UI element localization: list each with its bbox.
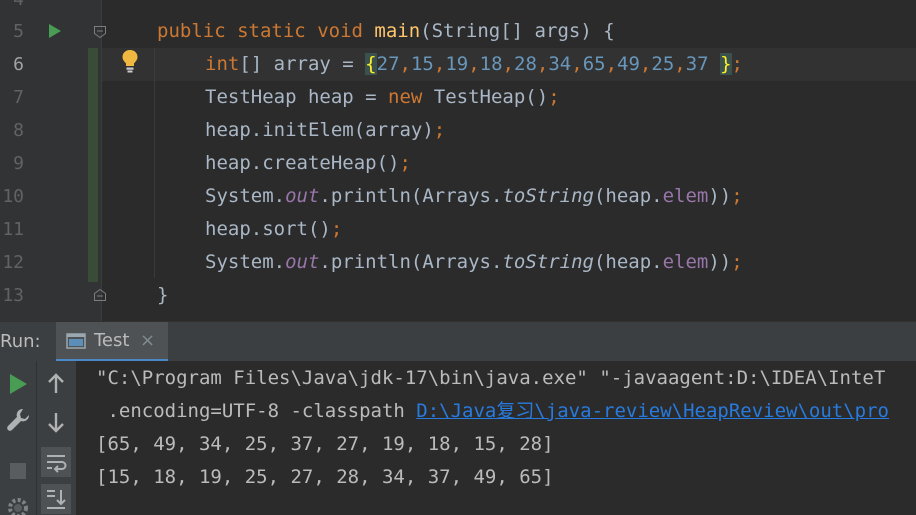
rerun-icon[interactable]: [3, 369, 33, 399]
code-text[interactable]: heap.initElem(array);: [205, 114, 445, 147]
close-tab-button[interactable]: ×: [140, 322, 155, 360]
scroll-to-end-icon[interactable]: [41, 484, 71, 514]
down-arrow-icon[interactable]: [41, 407, 71, 437]
code-editor[interactable]: 4 5 public static void main(String[] arg…: [0, 0, 916, 321]
code-text[interactable]: System.out.println(Arrays.toString(heap.…: [205, 246, 743, 279]
code-text[interactable]: }: [157, 279, 168, 312]
line-number: 9: [13, 153, 24, 174]
code-text[interactable]: heap.createHeap();: [205, 147, 411, 180]
classpath-link[interactable]: D:\Java复习\java-review\HeapReview\out\pro: [416, 400, 889, 422]
console-output[interactable]: "C:\Program Files\Java\jdk-17\bin\java.e…: [76, 361, 916, 515]
run-toolbar-secondary: [36, 361, 76, 515]
tab-label: Test: [94, 330, 130, 351]
tab-test[interactable]: Test ×: [56, 322, 168, 362]
soft-wrap-icon[interactable]: [41, 447, 71, 477]
line-number: 4: [0, 0, 24, 16]
line-number: 7: [13, 87, 24, 108]
console-line: .encoding=UTF-8 -classpath D:\Java复习\jav…: [96, 400, 889, 422]
code-text[interactable]: System.out.println(Arrays.toString(heap.…: [205, 180, 743, 213]
code-line: 11 heap.sort();: [0, 213, 916, 246]
line-number: 12: [2, 252, 24, 273]
code-text[interactable]: heap.sort();: [205, 213, 342, 246]
code-line: 13 }: [0, 279, 916, 312]
stop-icon[interactable]: [3, 456, 33, 486]
code-line: 8 heap.initElem(array);: [0, 114, 916, 147]
run-label: Run:: [0, 331, 41, 352]
code-text[interactable]: public static void main(String[] args) {: [157, 15, 615, 48]
run-tool-window-header: Run: Test ×: [0, 321, 916, 362]
line-number: 8: [13, 120, 24, 141]
code-line: 12 System.out.println(Arrays.toString(he…: [0, 246, 916, 279]
code-line-current: 6 int[] array = {27,15,19,18,28,34,65,49…: [0, 48, 916, 81]
line-number: 10: [2, 186, 24, 207]
code-line: 4: [0, 0, 916, 16]
code-line: 10 System.out.println(Arrays.toString(he…: [0, 180, 916, 213]
line-number: 5: [13, 21, 24, 42]
code-text[interactable]: int[] array = {27,15,19,18,28,34,65,49,2…: [205, 48, 743, 81]
up-arrow-icon[interactable]: [41, 369, 71, 399]
line-number: 11: [2, 219, 24, 240]
code-line: 7 TestHeap heap = new TestHeap();: [0, 81, 916, 114]
line-number: 6: [13, 54, 24, 75]
code-text[interactable]: TestHeap heap = new TestHeap();: [205, 81, 560, 114]
console-line: [65, 49, 34, 25, 37, 27, 19, 18, 15, 28]: [96, 433, 554, 455]
code-line: 9 heap.createHeap();: [0, 147, 916, 180]
console-line: [15, 18, 19, 25, 27, 28, 34, 37, 49, 65]: [96, 466, 554, 488]
wrench-icon[interactable]: [3, 405, 33, 435]
code-line: 5 public static void main(String[] args)…: [0, 15, 916, 48]
console-line: "C:\Program Files\Java\jdk-17\bin\java.e…: [96, 367, 886, 389]
console-icon: [66, 333, 86, 349]
settings-gear-icon[interactable]: [3, 493, 33, 515]
run-toolbar-primary: [0, 361, 36, 515]
line-number: 13: [2, 285, 24, 306]
